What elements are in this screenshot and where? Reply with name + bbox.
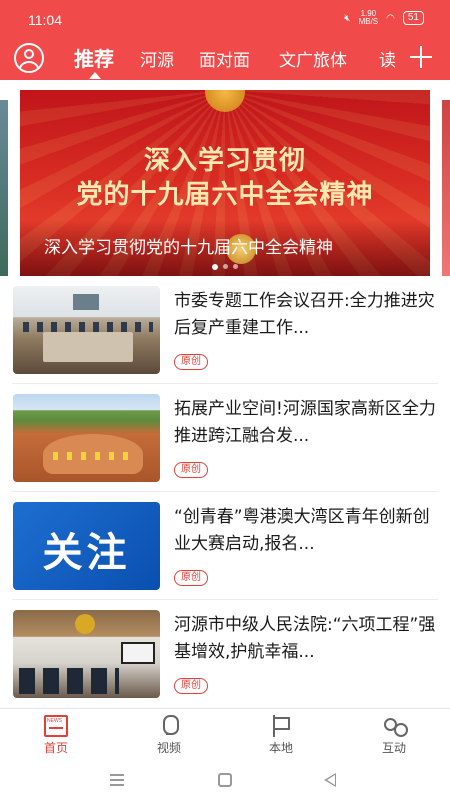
tab-read[interactable]: 读 [379,46,396,71]
tab-culture-tourism[interactable]: 文广旅体 [279,46,347,71]
mic-icon [157,715,181,737]
carousel-dot [233,264,238,269]
tab-recommend[interactable]: 推荐 [74,43,114,72]
tab-face-to-face[interactable]: 面对面 [199,46,250,71]
status-time: 11:04 [28,12,62,28]
status-bar: 11:04 🔇︎ 1.90 MB/S ◠ 51 [0,0,450,36]
battery-icon: 51 [402,11,424,25]
home-icon[interactable] [218,773,232,787]
carousel-dots [212,264,238,270]
system-nav-bar [0,764,450,800]
tab-interact-label: 互动 [381,741,406,755]
news-title: “创青春”粤港澳大湾区青年创新创业大赛启动,报名... [174,507,430,554]
news-title: 市委专题工作会议召开:全力推进灾后复产重建工作... [174,291,435,338]
top-bar: 11:04 🔇︎ 1.90 MB/S ◠ 51 推荐 河源 面对面 文广旅体 读 [0,0,450,80]
news-title: 河源市中级人民法院:“六项工程”强基增效,护航幸福... [174,615,436,662]
tab-video[interactable]: 视频 [139,713,199,756]
banner-headline-line2: 党的十九届六中全会精神 [76,180,374,210]
carousel-dot [212,264,218,270]
back-icon[interactable] [324,773,336,787]
carousel-prev-peek [0,100,8,276]
original-badge: 原创 [174,462,208,478]
original-badge: 原创 [174,570,208,586]
tab-video-label: 视频 [156,741,181,755]
news-item[interactable]: 市委专题工作会议召开:全力推进灾后复产重建工作... 原创 [0,276,450,384]
system-icons: 🔇︎ 1.90 MB/S ◠ 51 [344,10,424,26]
flag-icon [269,715,293,737]
tab-interact[interactable]: 互动 [364,713,424,756]
tab-home[interactable]: 首页 [26,713,86,756]
news-thumbnail-court [13,610,160,698]
tab-heyuan[interactable]: 河源 [140,46,174,71]
menu-icon[interactable] [110,774,124,786]
bottom-tab-bar: 首页 视频 本地 互动 [0,708,450,764]
tab-local-label: 本地 [268,741,293,755]
original-badge: 原创 [174,354,208,370]
banner-caption: 深入学习贯彻党的十九届六中全会精神 [44,238,333,258]
news-item[interactable]: 河源市中级人民法院:“六项工程”强基增效,护航幸福... 原创 [0,600,450,708]
carousel-next-peek [442,100,450,276]
original-badge: 原创 [174,678,208,694]
carousel-dot [223,264,228,269]
news-thumbnail-construction [13,394,160,482]
news-item[interactable]: 拓展产业空间!河源国家高新区全力推进跨江融合发... 原创 [0,384,450,492]
news-icon [44,715,68,737]
tab-home-label: 首页 [43,741,68,755]
news-thumbnail-meeting [13,286,160,374]
channel-nav: 推荐 河源 面对面 文广旅体 读 [0,38,450,80]
people-icon [382,715,408,737]
network-speed-unit: MB/S [358,17,379,26]
news-item[interactable]: 关注 “创青春”粤港澳大湾区青年创新创业大赛启动,报名... 原创 [0,492,450,600]
thumbnail-text: 关注 [42,530,131,576]
news-title: 拓展产业空间!河源国家高新区全力推进跨江融合发... [174,399,436,446]
banner-headline-line1: 深入学习贯彻 [143,146,306,176]
banner-carousel[interactable]: 深入学习贯彻 党的十九届六中全会精神 深入学习贯彻党的十九届六中全会精神 [20,90,430,276]
news-thumbnail-focus: 关注 [13,502,160,590]
active-tab-indicator [89,72,101,79]
wifi-icon: ◠ [386,12,395,24]
user-avatar-icon[interactable] [14,43,44,73]
tab-local[interactable]: 本地 [251,713,311,756]
mute-icon: 🔇︎ [344,12,351,24]
add-channel-icon[interactable] [410,46,432,68]
network-speed: 1.90 MB/S [359,10,379,26]
